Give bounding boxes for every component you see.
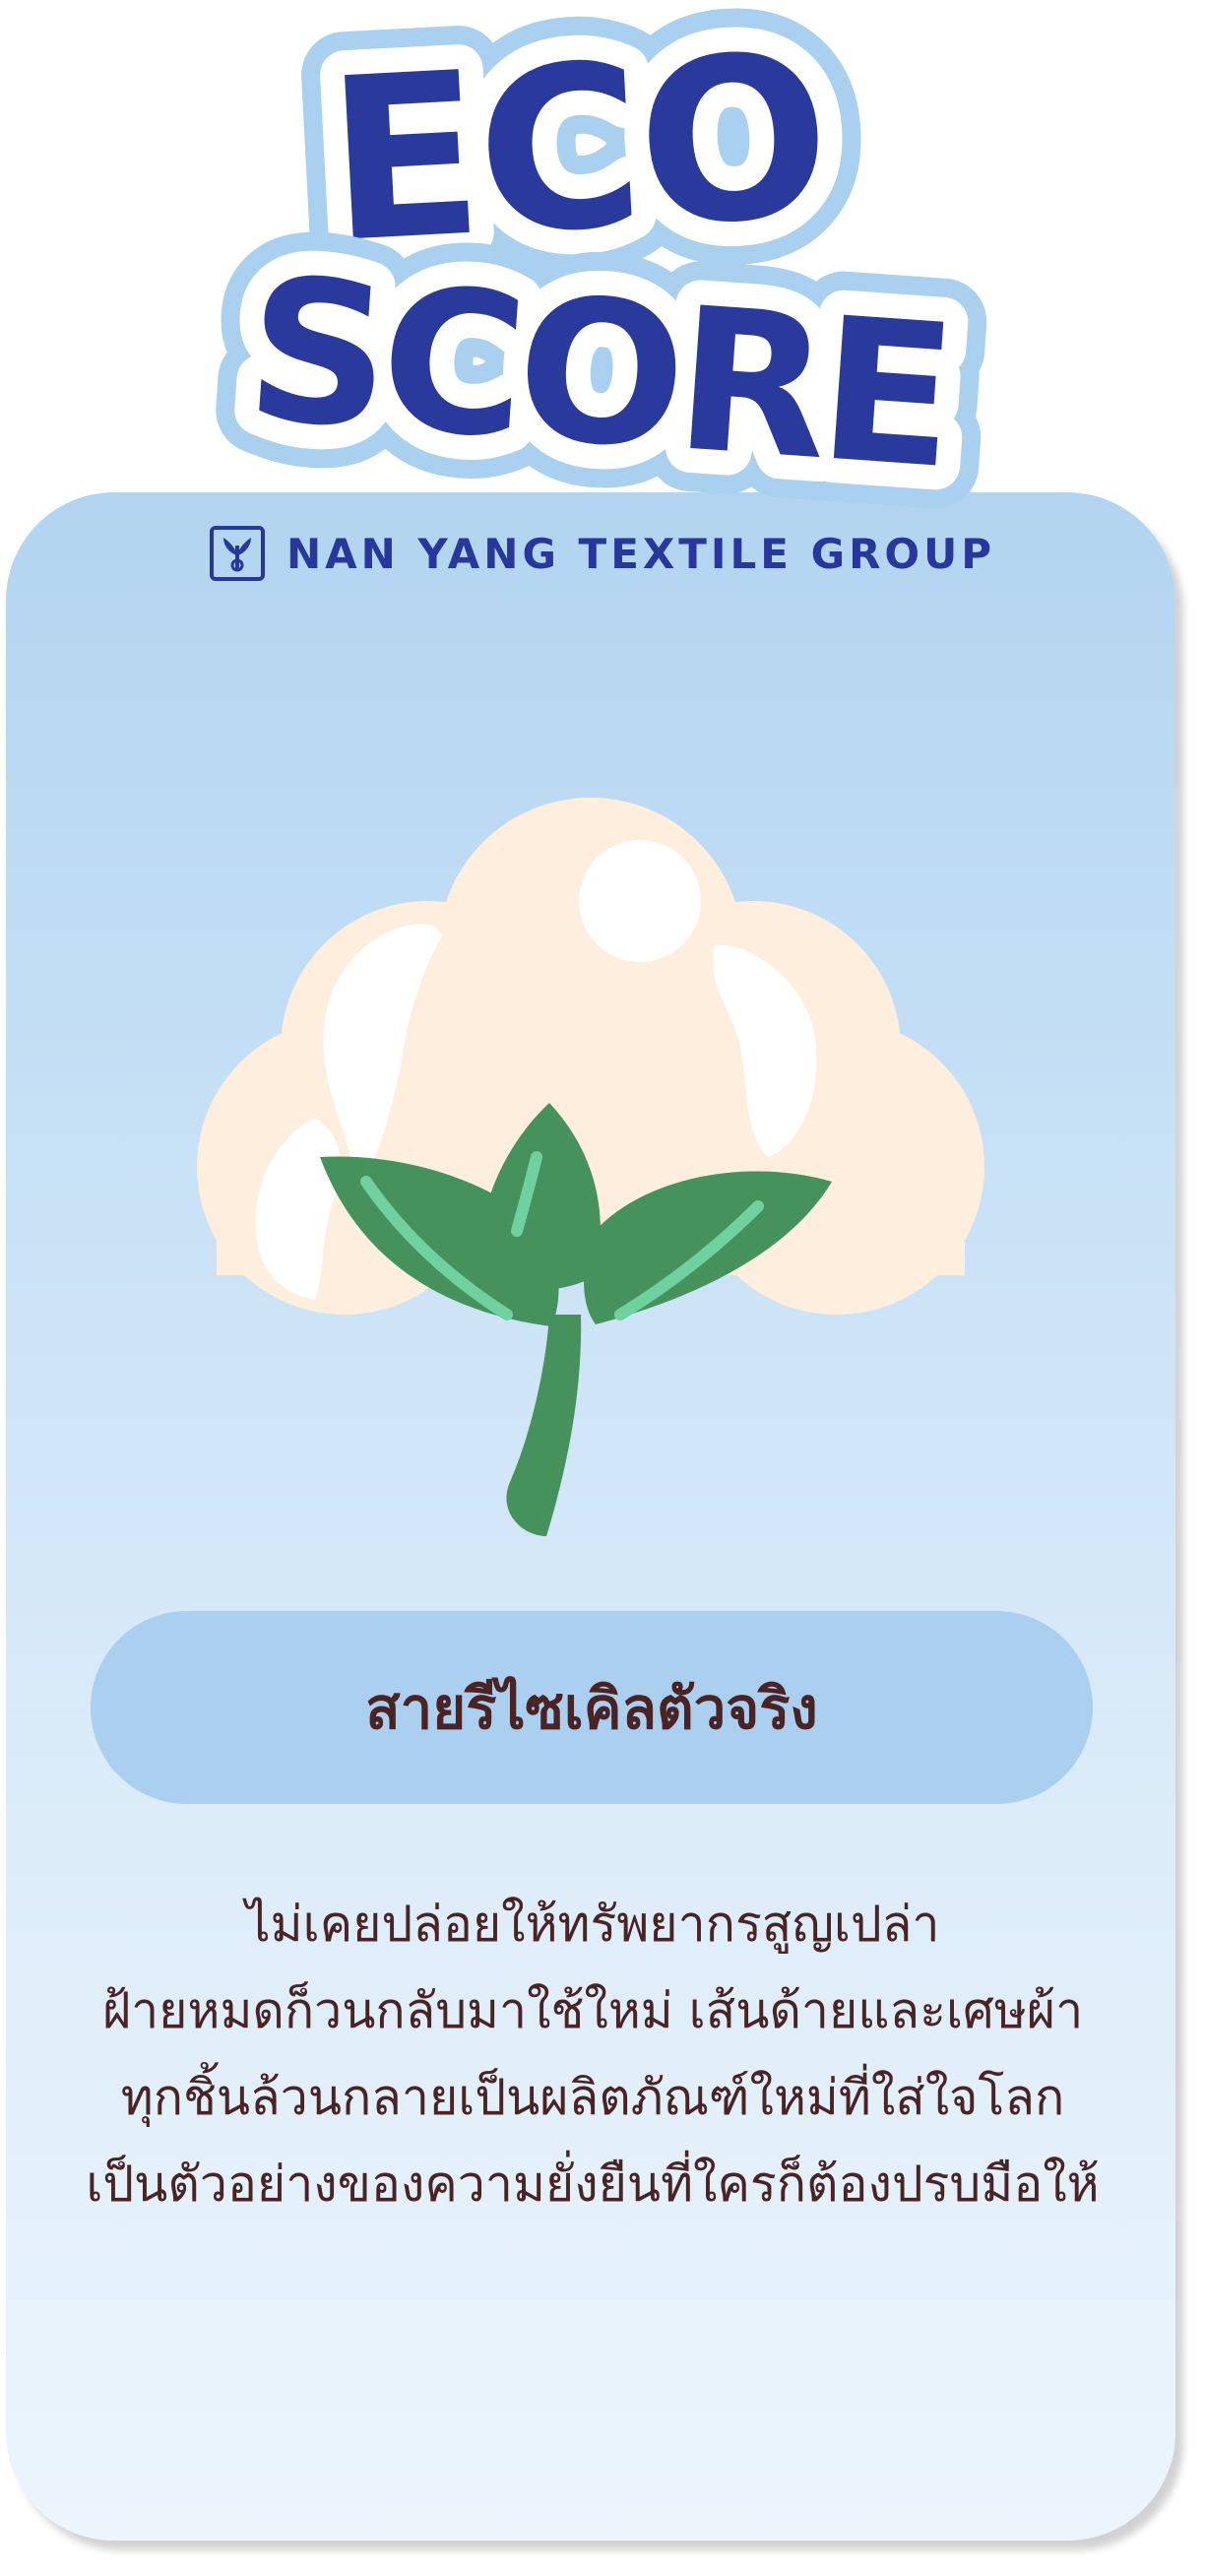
description-line: ทุกชิ้นล้วนกลายเป็นผลิตภัณฑ์ใหม่ที่ใส่ใจ… xyxy=(120,2069,1065,2126)
eco-score-title-graphic: ECO ECO ECO SCORE SCORE SCORE xyxy=(197,0,998,556)
title-score-fill: SCORE xyxy=(240,235,955,512)
description-line: ไม่เคยปล่อยให้ทรัพยากรสูญเปล่า xyxy=(245,1896,940,1953)
brand-bar: NAN YANG TEXTILE GROUP xyxy=(0,522,1205,585)
nan-yang-logo-icon xyxy=(209,526,265,581)
illustration xyxy=(177,724,1004,1551)
headline-text: สายรีไซเคิลตัวจริง xyxy=(365,1674,818,1742)
eco-score-title: ECO ECO ECO SCORE SCORE SCORE xyxy=(0,0,1205,556)
description-line: เป็นตัวอย่างของความยั่งยืนที่ใครก็ต้องปร… xyxy=(86,2156,1100,2213)
description: ไม่เคยปล่อยให้ทรัพยากรสูญเปล่า ฝ้ายหมดก็… xyxy=(39,1881,1146,2227)
headline-pill: สายรีไซเคิลตัวจริง xyxy=(91,1611,1093,1804)
cotton-boll-icon xyxy=(197,798,984,1536)
brand-name: NAN YANG TEXTILE GROUP xyxy=(285,529,996,578)
description-line: ฝ้ายหมดก็วนกลับมาใช้ใหม่ เส้นด้ายและเศษผ… xyxy=(101,1982,1084,2039)
